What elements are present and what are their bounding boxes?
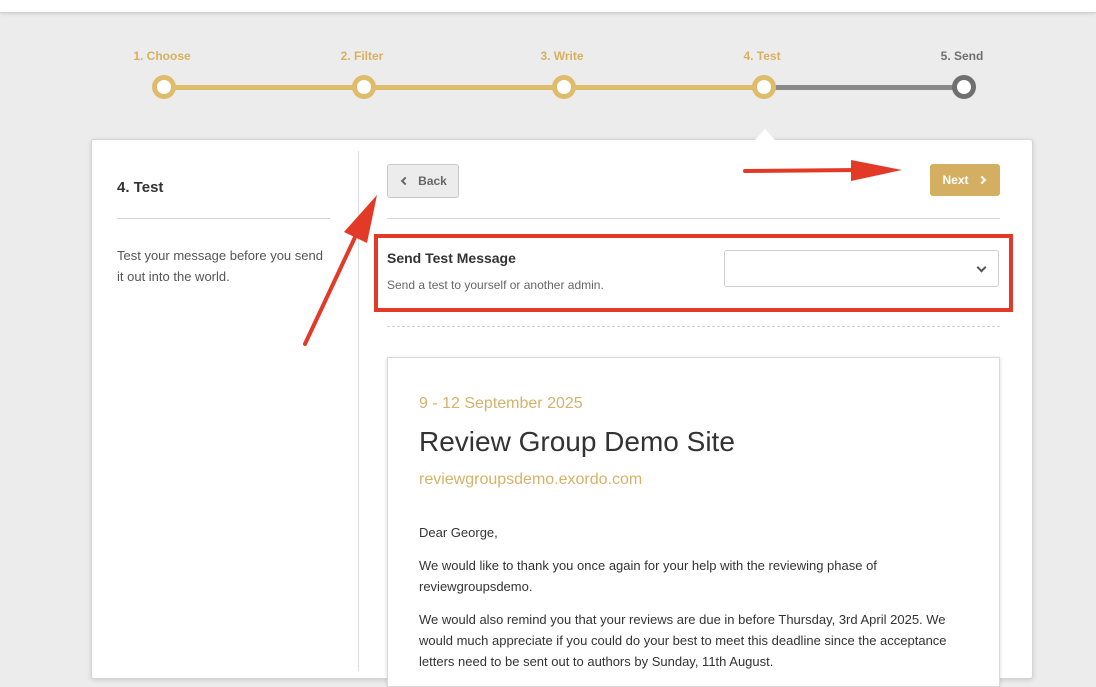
preview-url: reviewgroupsdemo.exordo.com <box>419 471 643 488</box>
next-button-label: Next <box>942 173 969 187</box>
preview-title: Review Group Demo Site <box>419 426 735 457</box>
chevron-right-icon <box>977 175 986 185</box>
step-dot-send[interactable] <box>952 75 976 99</box>
toolbar-divider <box>387 218 1000 219</box>
sidebar-title: 4. Test <box>117 179 164 196</box>
step-label-send: 5. Send <box>940 49 984 63</box>
step-label-write: 3. Write <box>540 49 584 63</box>
step-dot-choose[interactable] <box>152 75 176 99</box>
step-label-filter: 2. Filter <box>340 49 384 63</box>
preview-paragraph: We would like to thank you once again fo… <box>419 558 877 594</box>
step-dot-write[interactable] <box>552 75 576 99</box>
step-dot-filter[interactable] <box>352 75 376 99</box>
chevron-left-icon <box>400 176 410 186</box>
next-button[interactable]: Next <box>930 164 1000 196</box>
back-button[interactable]: Back <box>387 164 459 198</box>
email-preview: 9 - 12 September 2025 Review Group Demo … <box>387 357 1000 687</box>
stepper-track-complete <box>163 85 764 90</box>
back-button-label: Back <box>418 174 447 188</box>
column-divider <box>358 151 359 671</box>
step-dot-test[interactable] <box>752 75 776 99</box>
annotation-highlight-box <box>374 234 1013 312</box>
sidebar-description: Test your message before you send it out… <box>117 248 323 284</box>
section-divider <box>387 326 1000 327</box>
preview-date: 9 - 12 September 2025 <box>419 395 583 412</box>
progress-stepper: 1. Choose 2. Filter 3. Write 4. Test 5. … <box>0 0 1096 120</box>
step-label-test: 4. Test <box>743 49 781 63</box>
preview-paragraph: We would also remind you that your revie… <box>419 612 947 669</box>
step-label-choose: 1. Choose <box>133 49 191 63</box>
stepper-track-pending <box>764 85 964 90</box>
sidebar-divider <box>117 218 330 219</box>
card-pointer <box>755 129 775 140</box>
preview-greeting: Dear George, <box>419 525 498 540</box>
